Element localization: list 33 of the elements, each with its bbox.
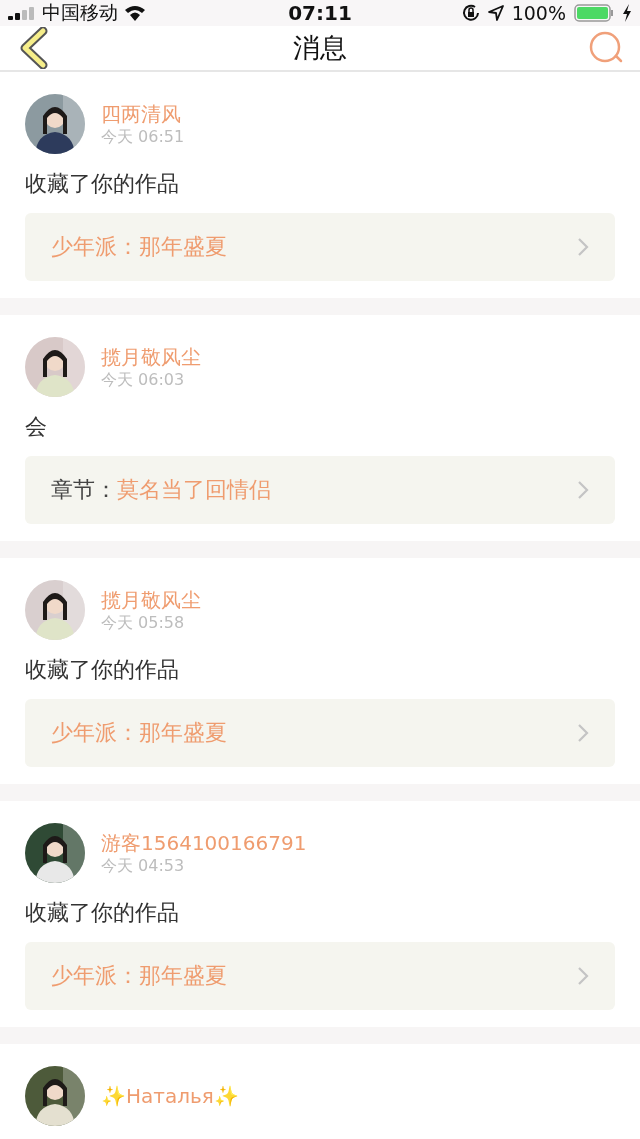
message-text: 会 [25,413,48,441]
user-name[interactable]: 揽月敬风尘 [101,587,201,613]
rotation-lock-icon [461,4,480,22]
clock-time: 07:11 [288,1,352,25]
user-name[interactable]: 游客1564100166791 [101,830,307,856]
signal-icon [8,6,36,20]
work-link[interactable]: 少年派：那年盛夏 [25,942,615,1010]
user-name[interactable]: ✨Наталья✨ [101,1083,239,1109]
wifi-icon [124,5,146,21]
page-title: 消息 [293,31,347,65]
battery-percent: 100% [511,2,566,24]
message-time: 今天 06:03 [101,370,186,390]
chevron-right-icon [577,237,589,257]
message-text: 收藏了你的作品 [25,899,180,927]
user-name[interactable]: 揽月敬风尘 [101,344,201,370]
message-time: 今天 06:51 [101,127,185,147]
message-text: 收藏了你的作品 [25,170,180,198]
back-icon [19,27,49,69]
work-link[interactable]: 少年派：那年盛夏 [25,213,615,281]
chevron-right-icon [577,480,589,500]
carrier-name: 中国移动 [42,0,118,25]
charging-icon [622,4,632,22]
chevron-right-icon [577,966,589,986]
user-name[interactable]: 四两清风 [101,101,185,127]
search-icon [588,31,624,65]
message-time: 今天 05:58 [101,613,186,633]
message-time: 今天 04:53 [101,856,186,876]
chapter-link[interactable]: 章节：莫名当了回情侣 [25,456,615,524]
battery-icon [574,4,614,22]
location-arrow-icon [487,5,504,21]
message-text: 收藏了你的作品 [25,656,180,684]
work-link[interactable]: 少年派：那年盛夏 [25,699,615,767]
chevron-right-icon [577,723,589,743]
